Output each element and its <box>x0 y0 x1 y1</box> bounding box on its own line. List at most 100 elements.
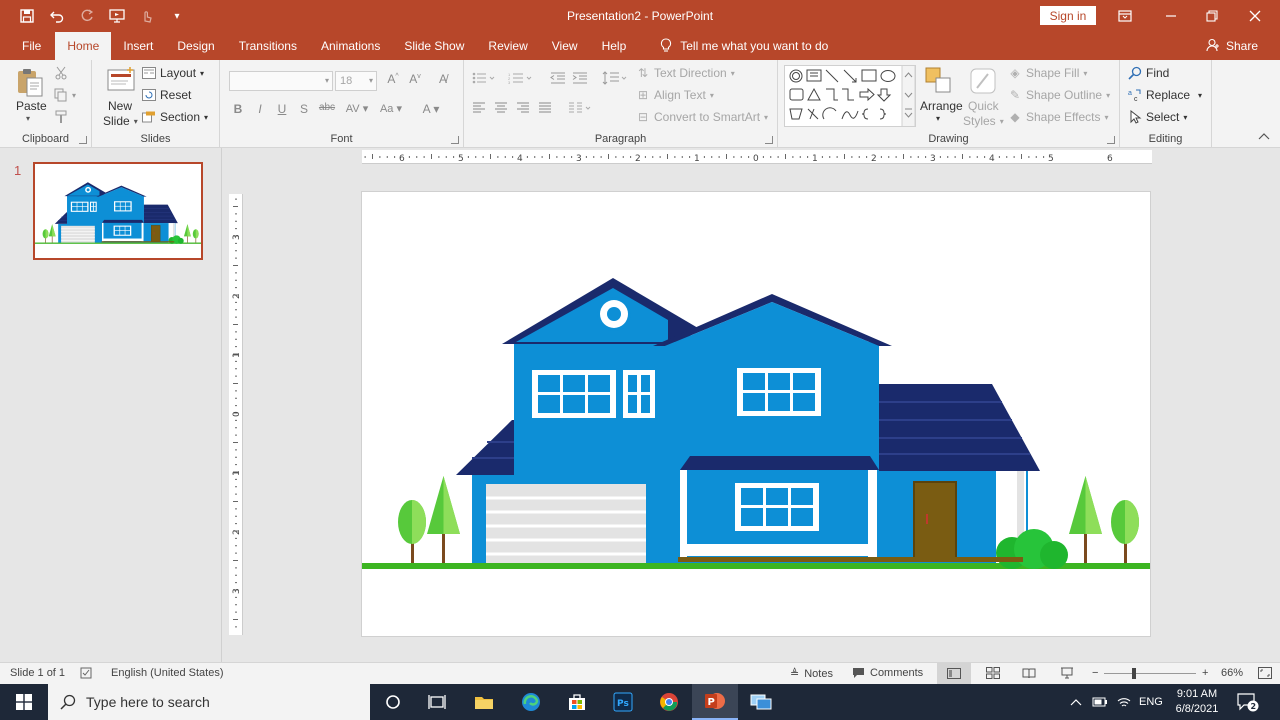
tab-design[interactable]: Design <box>165 32 226 60</box>
quick-styles-label-1[interactable]: Quick <box>968 99 999 113</box>
replace-button[interactable]: ac Replace ▾ <box>1128 88 1202 102</box>
touch-mode-icon[interactable] <box>134 4 160 28</box>
zoom-out-button[interactable]: − <box>1092 667 1098 679</box>
tab-file[interactable]: File <box>0 32 55 60</box>
convert-smartart-button[interactable]: ⊟ Convert to SmartArt ▾ <box>636 110 768 124</box>
comments-button[interactable]: Comments <box>852 667 923 679</box>
format-painter-icon[interactable] <box>54 110 68 124</box>
arrange-dropdown-icon[interactable]: ▾ <box>936 114 940 123</box>
system-clock[interactable]: 9:01 AM 6/8/2021 <box>1168 687 1226 717</box>
paste-dropdown-icon[interactable]: ▾ <box>26 114 30 123</box>
text-direction-button[interactable]: ⇅ Text Direction ▾ <box>636 66 735 80</box>
minimize-icon[interactable] <box>1148 0 1194 32</box>
microsoft-store-icon[interactable] <box>554 684 600 720</box>
paste-button[interactable]: Paste <box>16 99 47 113</box>
arrange-icon[interactable] <box>924 66 956 98</box>
tell-me-box[interactable]: Tell me what you want to do <box>660 32 828 60</box>
cut-icon[interactable] <box>54 66 68 80</box>
zoom-slider[interactable] <box>1104 673 1196 674</box>
font-size-combo[interactable]: 18 ▾ <box>335 71 377 91</box>
file-explorer-icon[interactable] <box>461 684 507 720</box>
decrease-font-size-icon[interactable]: Av <box>406 72 424 86</box>
new-slide-button[interactable]: Slide ▾ <box>103 114 138 128</box>
shapes-gallery[interactable] <box>784 65 916 127</box>
clipboard-dialog-launcher[interactable] <box>79 136 87 144</box>
ribbon-display-options-icon[interactable] <box>1102 0 1148 32</box>
section-button[interactable]: Section ▾ <box>142 110 208 124</box>
underline-icon[interactable]: U <box>273 102 291 116</box>
taskbar-search-box[interactable]: Type here to search <box>48 684 370 720</box>
remote-desktop-icon[interactable] <box>738 684 784 720</box>
shape-effects-button[interactable]: ◆ Shape Effects ▾ <box>1008 110 1108 124</box>
tab-view[interactable]: View <box>540 32 590 60</box>
strikethrough-icon[interactable]: abc <box>318 102 336 113</box>
find-button[interactable]: Find <box>1128 66 1169 80</box>
task-view-icon[interactable] <box>414 684 460 720</box>
notification-center-icon[interactable]: 2 <box>1236 684 1260 720</box>
arrange-button[interactable]: Arrange <box>920 99 963 113</box>
cortana-icon[interactable] <box>370 684 416 720</box>
align-text-button[interactable]: ⊞ Align Text ▾ <box>636 88 714 102</box>
tab-slide-show[interactable]: Slide Show <box>392 32 476 60</box>
new-slide-label-1[interactable]: New <box>108 99 132 113</box>
text-shadow-icon[interactable]: S <box>295 102 313 116</box>
slide-canvas[interactable] <box>360 192 1152 636</box>
numbering-icon[interactable]: 123 <box>508 72 534 84</box>
start-from-beginning-icon[interactable] <box>104 4 130 28</box>
slide-sorter-icon[interactable] <box>986 667 1000 679</box>
close-icon[interactable] <box>1232 0 1278 32</box>
shape-fill-button[interactable]: ◈ Shape Fill ▾ <box>1008 66 1087 80</box>
change-case-icon[interactable]: Aa ▾ <box>376 102 406 115</box>
font-color-icon[interactable]: A ▾ <box>416 102 446 116</box>
share-button[interactable]: Share <box>1206 32 1258 60</box>
chrome-icon[interactable] <box>646 684 692 720</box>
drawing-dialog-launcher[interactable] <box>1107 136 1115 144</box>
slide-show-icon[interactable] <box>1060 667 1074 679</box>
character-spacing-icon[interactable]: AV ▾ <box>342 102 372 115</box>
show-hidden-icons[interactable] <box>1070 684 1082 720</box>
spelling-check-icon[interactable] <box>80 667 94 679</box>
notes-button[interactable]: ≜ Notes <box>790 667 833 681</box>
paragraph-dialog-launcher[interactable] <box>765 136 773 144</box>
font-dialog-launcher[interactable] <box>451 136 459 144</box>
sign-in-button[interactable]: Sign in <box>1040 6 1096 25</box>
justify-icon[interactable] <box>538 102 552 114</box>
shape-outline-button[interactable]: ✎ Shape Outline ▾ <box>1008 88 1110 102</box>
reading-view-icon[interactable] <box>1022 667 1036 679</box>
fit-slide-icon[interactable] <box>1258 667 1272 679</box>
bold-icon[interactable]: B <box>229 102 247 116</box>
zoom-in-button[interactable]: + <box>1202 667 1208 679</box>
wifi-icon[interactable] <box>1116 684 1132 720</box>
collapse-ribbon-icon[interactable] <box>1258 132 1270 140</box>
align-right-icon[interactable] <box>516 102 530 114</box>
customize-qat-icon[interactable]: ▾ <box>164 4 190 28</box>
zoom-slider-thumb[interactable] <box>1132 668 1136 679</box>
tab-insert[interactable]: Insert <box>111 32 165 60</box>
edge-browser-icon[interactable] <box>508 684 554 720</box>
tab-help[interactable]: Help <box>590 32 639 60</box>
save-icon[interactable] <box>14 4 40 28</box>
center-icon[interactable] <box>494 102 508 114</box>
undo-icon[interactable] <box>44 4 70 28</box>
zoom-level[interactable]: 66% <box>1221 667 1243 679</box>
bullets-icon[interactable] <box>472 72 496 84</box>
language-indicator[interactable]: English (United States) <box>111 667 224 679</box>
decrease-indent-icon[interactable] <box>550 72 566 84</box>
italic-icon[interactable]: I <box>251 102 269 116</box>
photoshop-icon[interactable]: Ps <box>600 684 646 720</box>
reset-button[interactable]: Reset <box>142 88 191 102</box>
tab-transitions[interactable]: Transitions <box>227 32 309 60</box>
tab-animations[interactable]: Animations <box>309 32 392 60</box>
font-name-combo[interactable]: ▾ <box>229 71 333 91</box>
redo-icon[interactable] <box>74 4 100 28</box>
increase-font-size-icon[interactable]: A^ <box>384 72 402 86</box>
align-left-icon[interactable] <box>472 102 486 114</box>
restore-icon[interactable] <box>1189 0 1235 32</box>
battery-icon[interactable] <box>1092 684 1108 720</box>
slide-thumbnail[interactable] <box>33 162 203 260</box>
paste-icon[interactable] <box>14 66 46 98</box>
house-illustration[interactable] <box>360 192 1152 636</box>
clear-formatting-icon[interactable]: A̸ <box>434 72 452 86</box>
columns-icon[interactable] <box>568 102 594 114</box>
quick-styles-icon[interactable] <box>968 66 1000 98</box>
